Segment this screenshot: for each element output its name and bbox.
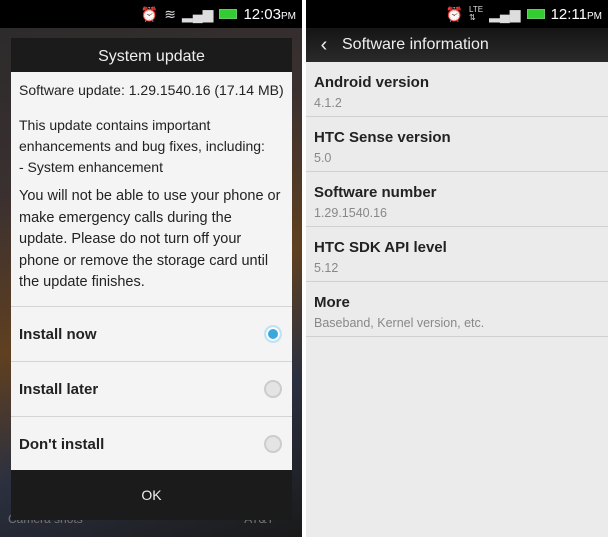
update-options: Install now Install later Don't install [11,306,292,471]
option-install-now[interactable]: Install now [11,306,292,361]
alarm-icon: ⏰ [445,5,464,22]
status-time: 12:03PM [243,5,296,23]
item-sdk-api-level[interactable]: HTC SDK API level 5.12 [306,227,608,282]
item-title: Android version [314,74,430,91]
item-value: 4.1.2 [314,96,342,110]
option-label: Install now [19,325,97,343]
signal-icon: ▂▄▆ [182,5,214,22]
wifi-icon: ≋ [164,5,176,22]
dialog-title: System update [98,48,205,65]
option-dont-install[interactable]: Don't install [11,416,292,471]
item-value: 5.0 [314,151,332,165]
item-title: Software number [314,184,437,201]
version-line: Software update: 1.29.1540.16 (17.14 MB) [19,82,284,98]
right-screen: ⏰ LTE ⇅ ▂▄▆ 12:11PM ‹ Software informatio… [306,0,608,537]
update-bullet: - System enhancement [19,159,163,175]
item-android-version[interactable]: Android version 4.1.2 [306,62,608,117]
item-more[interactable]: More Baseband, Kernel version, etc. [306,282,608,337]
update-description: This update contains important enhanceme… [19,117,265,154]
dialog-body: Software update: 1.29.1540.16 (17.14 MB)… [11,72,292,470]
item-title: More [314,294,350,311]
option-label: Don't install [19,435,105,453]
back-icon[interactable]: ‹ [306,34,342,57]
page-title: Software information [342,36,489,53]
signal-icon: ▂▄▆ [489,5,521,22]
left-screen: ⏰ ≋ ▂▄▆ 12:03PM Camera shots AT&T System… [0,0,302,537]
status-bar: ⏰ LTE ⇅ ▂▄▆ 12:11PM [306,0,608,28]
app-header: ‹ Software information [306,28,608,62]
alarm-icon: ⏰ [140,5,159,22]
item-value: 5.12 [314,261,339,275]
item-value: Baseband, Kernel version, etc. [314,316,485,330]
option-install-later[interactable]: Install later [11,361,292,416]
item-title: HTC Sense version [314,129,451,146]
radio-icon[interactable] [264,380,282,398]
item-title: HTC SDK API level [314,239,447,256]
status-bar: ⏰ ≋ ▂▄▆ 12:03PM [0,0,302,28]
option-label: Install later [19,380,99,398]
item-software-number[interactable]: Software number 1.29.1540.16 [306,172,608,227]
info-list: Android version 4.1.2 HTC Sense version 5.… [306,62,608,337]
system-update-dialog: System update Software update: 1.29.1540… [11,38,292,520]
item-value: 1.29.1540.16 [314,206,387,220]
ok-button[interactable]: OK [11,470,292,520]
update-warning: You will not be able to use your phone o… [19,188,281,290]
radio-selected-icon[interactable] [264,325,282,343]
status-time: 12:11PM [550,5,602,23]
battery-icon [526,9,545,19]
battery-icon [219,9,238,19]
item-htc-sense-version[interactable]: HTC Sense version 5.0 [306,117,608,172]
lte-icon: LTE ⇅ [469,5,484,22]
radio-icon[interactable] [264,435,282,453]
